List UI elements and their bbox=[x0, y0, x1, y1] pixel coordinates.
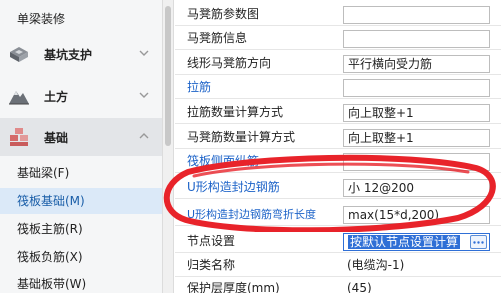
property-value: (电缆沟-1) bbox=[347, 258, 405, 272]
property-value-field[interactable]: ⼩ 12@200 bbox=[343, 179, 490, 197]
property-value: max(15*d,200) bbox=[348, 208, 440, 222]
property-label: 节点设置 bbox=[187, 234, 236, 248]
sidebar-item-raft-negative-rebar[interactable]: 筏板负筋(X) bbox=[0, 244, 162, 270]
property-value-field[interactable]: 平行横向受力筋 bbox=[343, 55, 490, 73]
property-label[interactable]: U形构造封边钢筋弯折长度 bbox=[187, 203, 316, 226]
property-row-header: 拉筋 bbox=[175, 76, 501, 99]
chevron-down-icon[interactable] bbox=[138, 89, 150, 101]
property-value: 向上取整+1 bbox=[348, 106, 414, 120]
sidebar-item-raft-main-rebar[interactable]: 筏板主筋(R) bbox=[0, 216, 162, 242]
sidebar-item-foundation-strip[interactable]: 基础板带(W) bbox=[0, 271, 162, 293]
chevron-up-icon[interactable] bbox=[138, 130, 150, 142]
property-label: 马凳筋参数图 bbox=[187, 7, 260, 21]
property-value: 按默认节点设置计算 bbox=[348, 235, 461, 249]
property-label: 线形马凳筋方向 bbox=[187, 56, 272, 70]
property-row: 马凳筋信息 bbox=[175, 27, 501, 50]
node-setting-field[interactable]: 按默认节点设置计算 bbox=[343, 233, 490, 251]
chevron-down-icon[interactable] bbox=[138, 47, 150, 59]
property-value-field[interactable]: 向上取整+1 bbox=[343, 104, 490, 122]
property-row: 拉筋数量计算方式 向上取整+1 bbox=[175, 101, 501, 124]
ellipsis-icon bbox=[473, 240, 484, 244]
sidebar-item-top[interactable]: 单梁装修 bbox=[0, 6, 162, 32]
property-label: 马凳筋数量计算方式 bbox=[187, 130, 296, 144]
property-value-field[interactable] bbox=[343, 6, 490, 24]
property-row: 节点设置 按默认节点设置计算 bbox=[175, 230, 501, 253]
property-value: 平行横向受力筋 bbox=[348, 57, 433, 71]
property-row: 保护层厚度(mm) (45) bbox=[175, 277, 501, 293]
property-row-highlighted: U形构造封边钢筋 ⼩ 12@200 bbox=[175, 176, 501, 199]
scrollbar-thumb[interactable] bbox=[165, 6, 171, 146]
category-label: 基坑支护 bbox=[44, 47, 93, 62]
property-value-field[interactable] bbox=[343, 79, 490, 97]
property-label: 归类名称 bbox=[187, 258, 236, 272]
property-value-field[interactable] bbox=[343, 153, 490, 171]
property-value-field[interactable]: (电缆沟-1) bbox=[343, 257, 490, 275]
property-value-field[interactable]: (45) bbox=[343, 280, 490, 293]
category-label: 基础 bbox=[44, 130, 69, 145]
excavation-icon bbox=[6, 41, 32, 67]
property-row-header: 筏板侧面纵筋 bbox=[175, 150, 501, 173]
property-label: 拉筋数量计算方式 bbox=[187, 105, 284, 119]
property-group-label[interactable]: 拉筋 bbox=[187, 76, 211, 99]
sidebar-scrollbar[interactable] bbox=[163, 0, 174, 293]
category-label: 土方 bbox=[44, 89, 69, 104]
property-value: 向上取整+1 bbox=[348, 131, 414, 145]
category-foundation[interactable]: 基础 bbox=[0, 118, 162, 156]
property-label: 马凳筋信息 bbox=[187, 31, 248, 45]
property-label[interactable]: U形构造封边钢筋 bbox=[187, 176, 280, 199]
category-earthwork[interactable]: 土方 bbox=[0, 77, 162, 115]
more-options-button[interactable] bbox=[470, 235, 487, 249]
sidebar-item-raft-foundation[interactable]: 筏板基础(M) bbox=[0, 188, 162, 214]
property-row: 马凳筋参数图 bbox=[175, 3, 501, 26]
property-row: 归类名称 (电缆沟-1) bbox=[175, 254, 501, 277]
property-row: 马凳筋数量计算方式 向上取整+1 bbox=[175, 126, 501, 149]
property-grid: 马凳筋参数图 马凳筋信息 线形马凳筋方向 平行横向受力筋 拉筋 拉筋数量计算方式… bbox=[175, 0, 501, 293]
property-value-field[interactable]: 向上取整+1 bbox=[343, 129, 490, 147]
property-value: ⼩ 12@200 bbox=[348, 181, 414, 195]
sidebar-item-foundation-beam[interactable]: 基础梁(F) bbox=[0, 160, 162, 186]
property-value: (45) bbox=[347, 281, 372, 293]
property-value-field[interactable] bbox=[343, 30, 490, 48]
foundation-icon bbox=[6, 124, 32, 150]
property-row-highlighted: U形构造封边钢筋弯折长度 max(15*d,200) bbox=[175, 203, 501, 226]
earthwork-icon bbox=[6, 83, 32, 109]
property-group-label[interactable]: 筏板侧面纵筋 bbox=[187, 150, 259, 173]
property-value-field[interactable]: max(15*d,200) bbox=[343, 206, 490, 224]
category-excavation[interactable]: 基坑支护 bbox=[0, 35, 162, 73]
sidebar: 单梁装修 基坑支护 土方 基础 基础梁(F) 筏板基础(M) 筏板主筋(R) 筏… bbox=[0, 0, 163, 293]
property-row: 线形马凳筋方向 平行横向受力筋 bbox=[175, 52, 501, 75]
property-label: 保护层厚度(mm) bbox=[187, 281, 280, 293]
